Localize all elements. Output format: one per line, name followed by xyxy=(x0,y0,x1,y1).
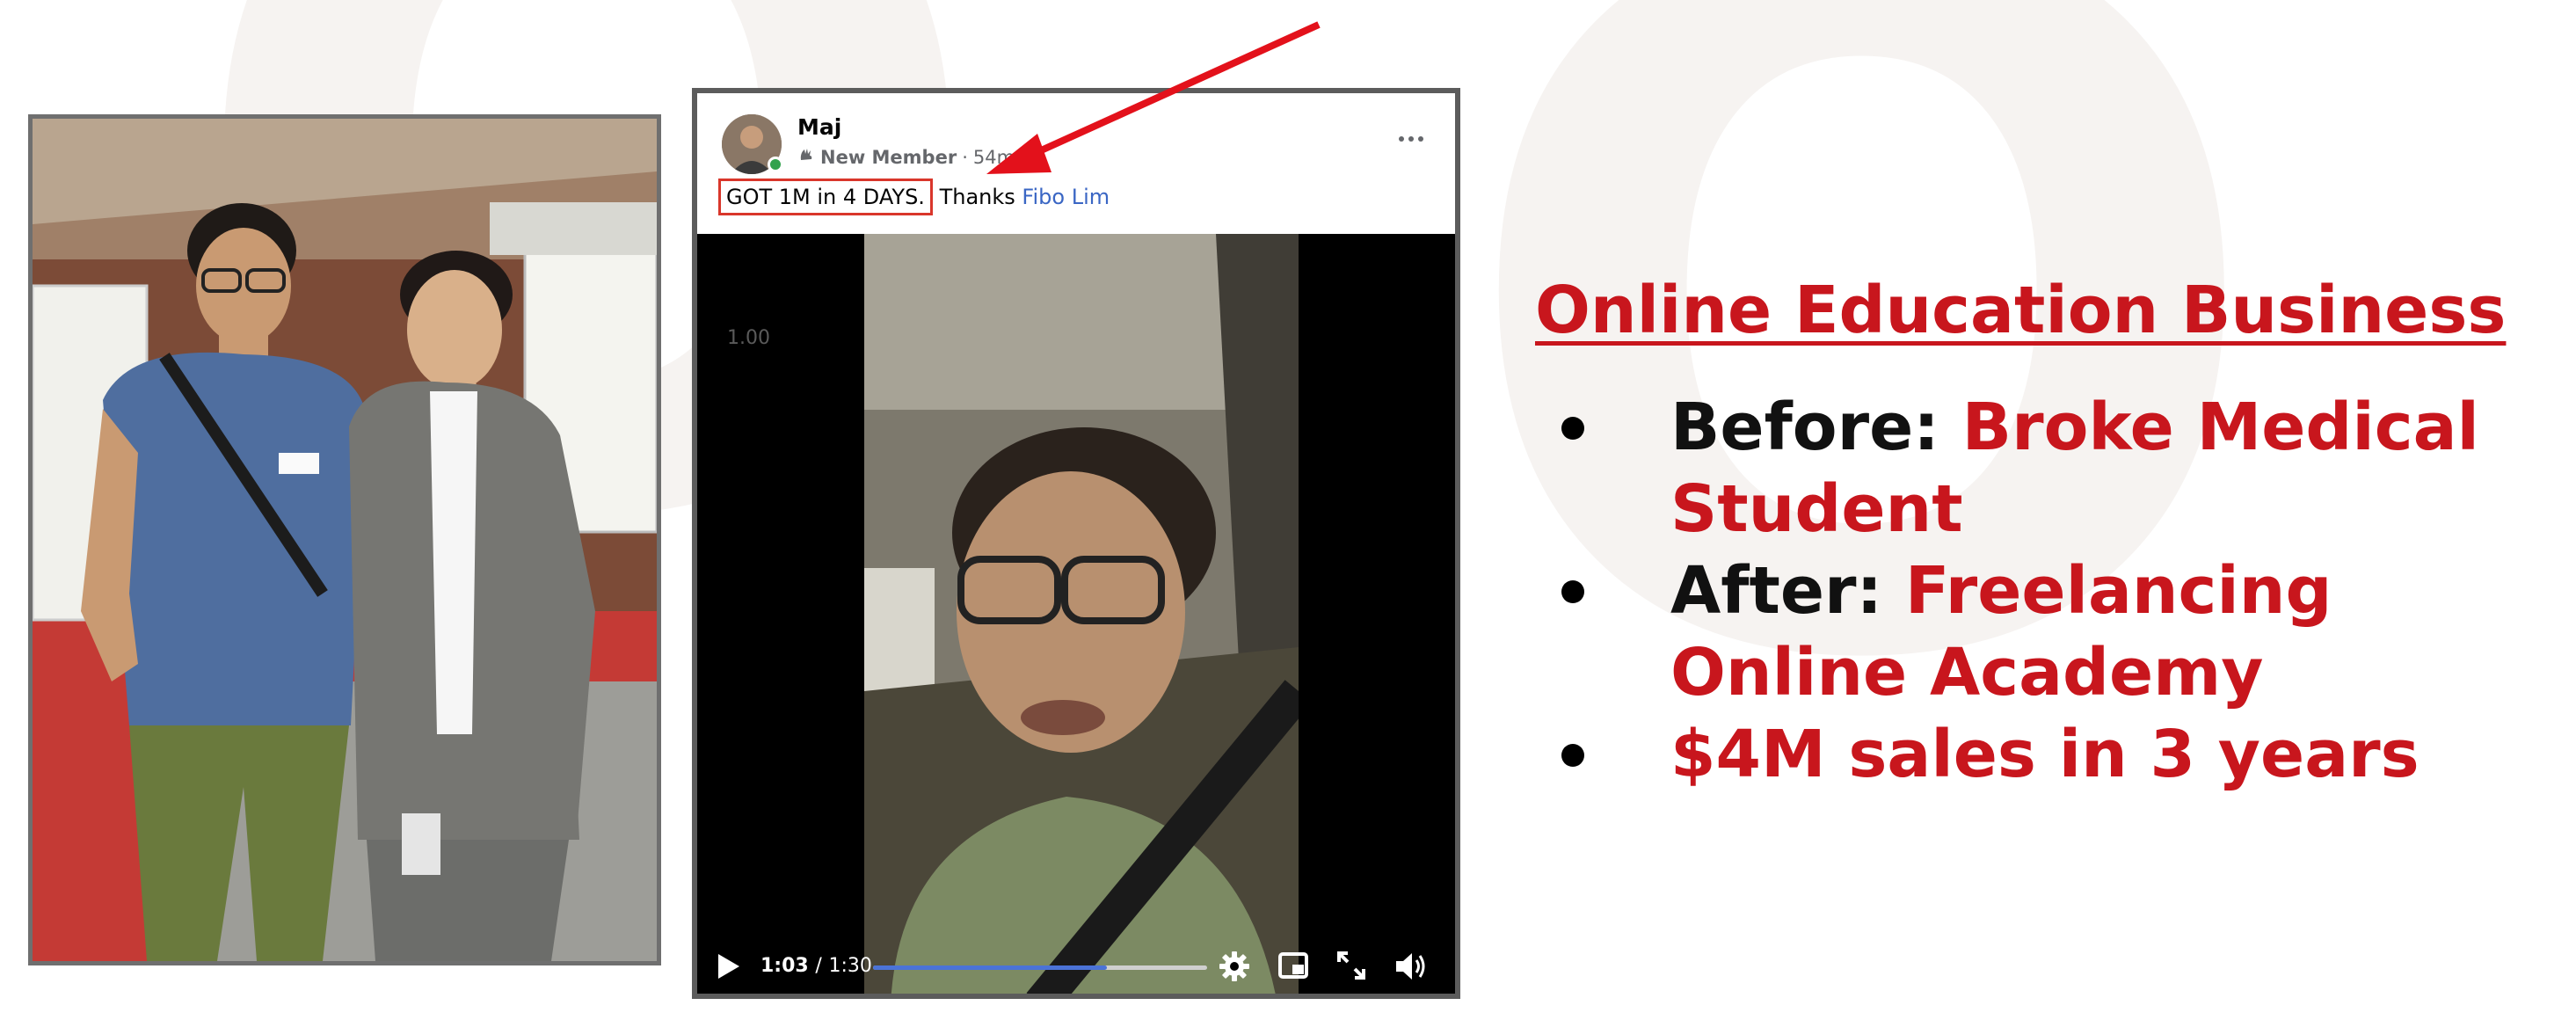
pip-icon xyxy=(1278,952,1308,979)
picture-in-picture-button[interactable] xyxy=(1277,950,1309,985)
bullet-after: After: Freelancing Online Academy xyxy=(1561,550,2572,714)
video-player[interactable]: 1.00 1:03 / 1:30 xyxy=(697,234,1455,994)
fullscreen-icon xyxy=(1337,951,1365,980)
bullet-dot xyxy=(1561,744,1584,767)
bullet-label: After: xyxy=(1670,553,1883,629)
bullet-dot xyxy=(1561,417,1584,440)
video-controls: 1:03 / 1:30 xyxy=(697,930,1455,994)
bullet-dot xyxy=(1561,580,1584,603)
gear-icon xyxy=(1219,951,1249,981)
speaker-icon xyxy=(1396,953,1425,980)
panel-title: Online Education Business xyxy=(1535,273,2507,348)
progress-bar[interactable] xyxy=(873,965,1207,970)
bullet-before: Before: Broke Medical Student xyxy=(1561,387,2572,550)
volume-button[interactable] xyxy=(1394,950,1429,987)
speed-overlay: 1.00 xyxy=(727,327,770,349)
bullet-label: Before: xyxy=(1670,390,1939,465)
duration: 1:30 xyxy=(828,955,872,977)
video-frame[interactable] xyxy=(864,234,1299,994)
bullet-list: Before: Broke Medical Student After: Fre… xyxy=(1561,387,2572,796)
progress-fill xyxy=(873,965,1107,970)
fullscreen-button[interactable] xyxy=(1335,950,1367,985)
facebook-post: Maj New Member · 54m GOT 1M in 4 DAYS. T… xyxy=(692,88,1460,999)
current-time: 1:03 xyxy=(760,955,809,977)
time-display: 1:03 / 1:30 xyxy=(760,955,872,977)
bullet-value: $4M sales in 3 years xyxy=(1670,717,2420,792)
event-photo xyxy=(28,114,661,965)
play-button[interactable] xyxy=(715,951,741,985)
settings-button[interactable] xyxy=(1218,950,1251,987)
annotation-arrow xyxy=(697,93,1460,234)
time-separator: / xyxy=(815,955,822,977)
bullet-sales: $4M sales in 3 years xyxy=(1561,714,2572,796)
play-icon xyxy=(718,954,739,979)
